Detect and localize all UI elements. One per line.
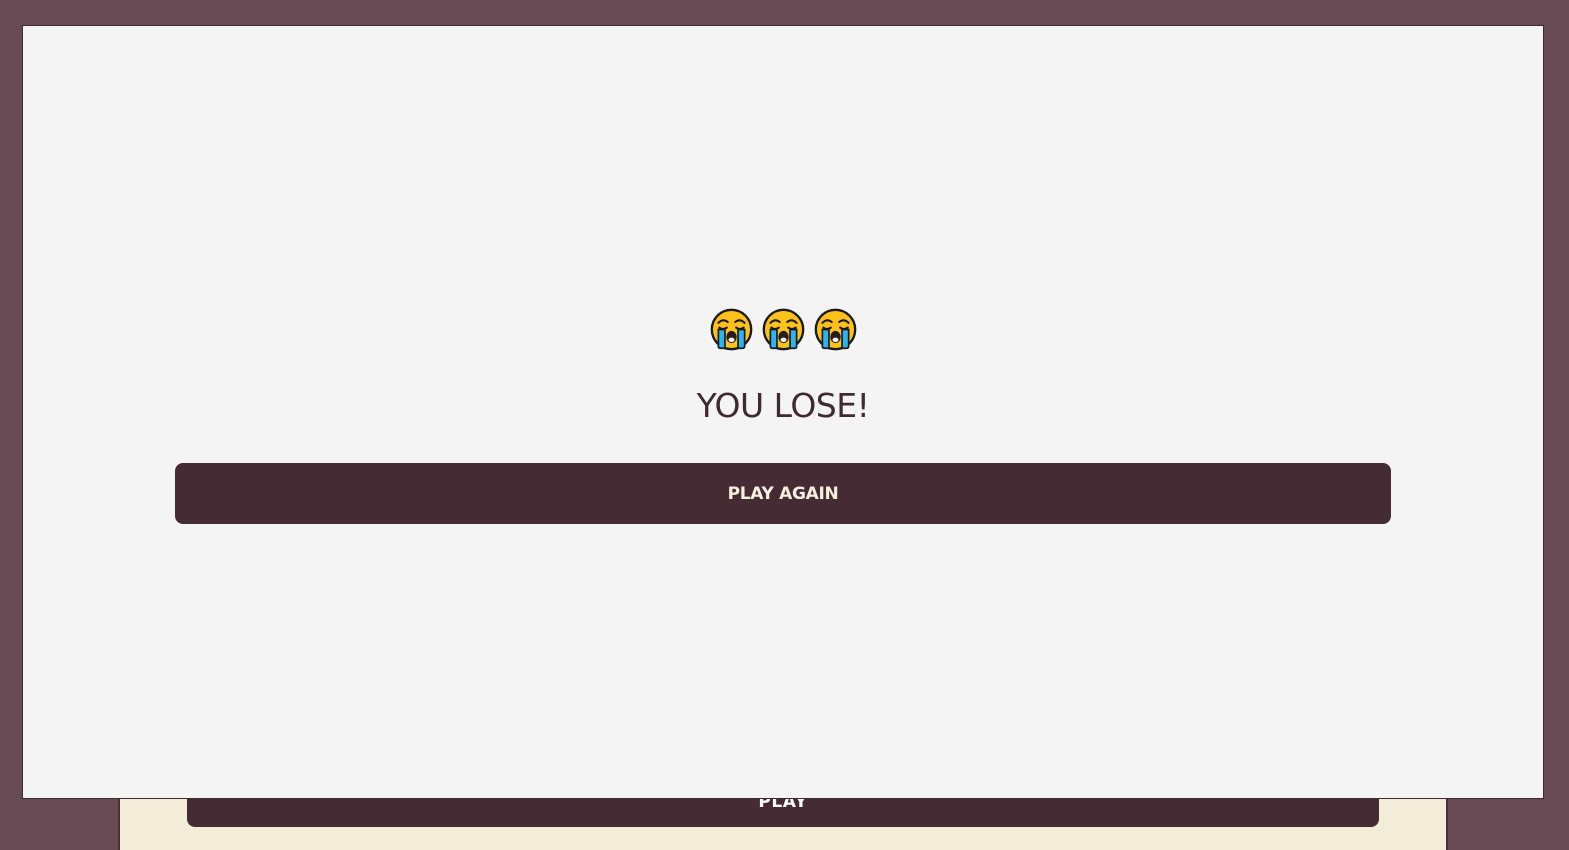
- result-modal: YOU LOSE! PLAY AGAIN: [22, 25, 1544, 799]
- loudly-crying-face-icon: [814, 308, 856, 351]
- emoji-row: [23, 307, 1543, 352]
- play-again-button[interactable]: PLAY AGAIN: [175, 463, 1391, 524]
- loudly-crying-face-icon: [762, 308, 804, 351]
- loudly-crying-face-icon: [710, 308, 752, 351]
- result-title: YOU LOSE!: [696, 386, 870, 425]
